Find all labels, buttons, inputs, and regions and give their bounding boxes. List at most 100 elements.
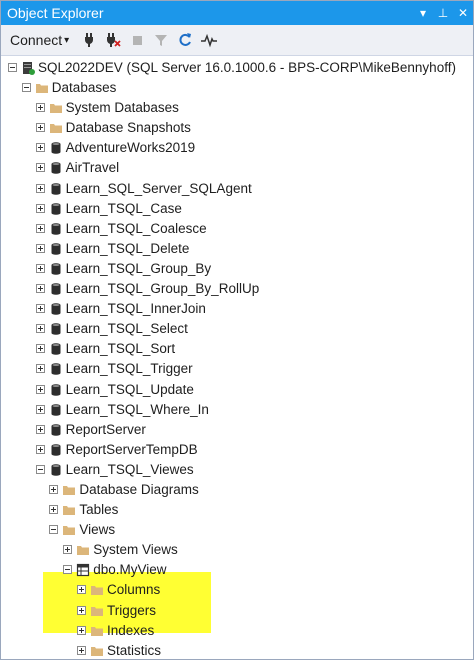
- tree-node-label: Learn_TSQL_Case: [65, 200, 182, 216]
- tree-node[interactable]: AirTravel: [1, 158, 473, 178]
- tree-node-label: Learn_TSQL_Delete: [65, 240, 190, 256]
- database-icon: [49, 443, 63, 457]
- expand-icon[interactable]: [35, 444, 45, 454]
- expand-icon[interactable]: [49, 505, 59, 515]
- folder-icon: [62, 523, 76, 537]
- expand-icon[interactable]: [35, 143, 45, 153]
- tree-node[interactable]: Learn_TSQL_Group_By_RollUp: [1, 279, 473, 299]
- tree-node-label: Indexes: [107, 622, 155, 638]
- expand-icon[interactable]: [35, 183, 45, 193]
- window-menu-icon[interactable]: ▾: [413, 6, 433, 20]
- tree-node[interactable]: System Databases: [1, 98, 473, 118]
- tree-node-label: Statistics: [107, 642, 162, 658]
- tree-node-label: Views: [79, 522, 116, 538]
- tree-node-label: System Views: [93, 542, 178, 558]
- collapse-icon[interactable]: [35, 464, 45, 474]
- tree-node-label: ReportServer: [65, 421, 146, 437]
- tree-node[interactable]: Learn_TSQL_Where_In: [1, 400, 473, 420]
- expand-icon[interactable]: [63, 545, 73, 555]
- expand-icon[interactable]: [35, 103, 45, 113]
- expand-icon[interactable]: [77, 645, 86, 655]
- database-icon: [49, 141, 63, 155]
- tree-node[interactable]: Learn_TSQL_Coalesce: [1, 219, 473, 239]
- database-icon: [49, 161, 63, 175]
- expand-icon[interactable]: [35, 304, 45, 314]
- disconnect-icon[interactable]: [102, 29, 124, 51]
- tree-node[interactable]: Learn_TSQL_InnerJoin: [1, 299, 473, 319]
- expand-icon[interactable]: [77, 605, 86, 615]
- expand-icon[interactable]: [35, 324, 45, 334]
- database-icon: [49, 423, 63, 437]
- tree-node[interactable]: Database Snapshots: [1, 118, 473, 138]
- tree-node[interactable]: ReportServer: [1, 420, 473, 440]
- tree-node[interactable]: Learn_TSQL_Group_By: [1, 259, 473, 279]
- expand-icon[interactable]: [35, 384, 45, 394]
- tree-node[interactable]: Tables: [1, 500, 473, 520]
- activity-monitor-icon[interactable]: [198, 29, 220, 51]
- expand-icon[interactable]: [35, 424, 45, 434]
- expand-icon[interactable]: [77, 625, 86, 635]
- expand-icon[interactable]: [35, 284, 45, 294]
- expand-icon[interactable]: [35, 123, 45, 133]
- expand-icon[interactable]: [49, 484, 59, 494]
- tree-node[interactable]: Columns: [1, 580, 473, 600]
- collapse-icon[interactable]: [49, 525, 59, 535]
- tree-node[interactable]: Learn_TSQL_Delete: [1, 239, 473, 259]
- tree-node[interactable]: Learn_SQL_Server_SQLAgent: [1, 179, 473, 199]
- close-icon[interactable]: ✕: [453, 6, 473, 20]
- connect-button[interactable]: Connect ▾: [7, 30, 72, 50]
- tree-node[interactable]: Database Diagrams: [1, 480, 473, 500]
- toolbar: Connect ▾: [1, 25, 473, 56]
- collapse-icon[interactable]: [21, 83, 31, 93]
- pin-icon[interactable]: ⊥: [433, 6, 453, 20]
- database-icon: [49, 202, 63, 216]
- connect-plug-icon[interactable]: [78, 29, 100, 51]
- expand-icon[interactable]: [35, 203, 45, 213]
- tree-node[interactable]: SQL2022DEV (SQL Server 16.0.1000.6 - BPS…: [1, 58, 473, 78]
- tree-node[interactable]: Learn_TSQL_Select: [1, 319, 473, 339]
- tree-node[interactable]: dbo.MyView: [1, 560, 473, 580]
- database-icon: [49, 262, 63, 276]
- expand-icon[interactable]: [77, 585, 86, 595]
- tree-node-label: Database Snapshots: [65, 120, 191, 136]
- expand-icon[interactable]: [35, 243, 45, 253]
- expand-icon[interactable]: [35, 404, 45, 414]
- tree-node[interactable]: Learn_TSQL_Case: [1, 199, 473, 219]
- tree-node[interactable]: Views: [1, 520, 473, 540]
- tree-node-label: Learn_TSQL_Sort: [65, 341, 176, 357]
- object-explorer-panel: Object Explorer ▾ ⊥ ✕ Connect ▾ SQL2022D…: [0, 0, 474, 660]
- tree-node-label: AirTravel: [65, 160, 120, 176]
- tree-node[interactable]: ReportServerTempDB: [1, 440, 473, 460]
- database-icon: [49, 403, 63, 417]
- tree-node-label: Learn_TSQL_Update: [65, 381, 194, 397]
- tree-node[interactable]: Learn_TSQL_Sort: [1, 339, 473, 359]
- collapse-icon[interactable]: [63, 565, 73, 575]
- expand-icon[interactable]: [35, 344, 45, 354]
- tree-node-label: Learn_TSQL_Coalesce: [65, 220, 207, 236]
- filter-icon[interactable]: [150, 29, 172, 51]
- expand-icon[interactable]: [35, 163, 45, 173]
- tree-node[interactable]: Databases: [1, 78, 473, 98]
- folder-icon: [62, 483, 76, 497]
- chevron-down-icon: ▾: [64, 34, 70, 46]
- collapse-icon[interactable]: [8, 63, 17, 72]
- tree-node-label: Learn_TSQL_Trigger: [65, 361, 193, 377]
- refresh-icon[interactable]: [174, 29, 196, 51]
- tree-node[interactable]: Indexes: [1, 621, 473, 641]
- folder-icon: [76, 543, 90, 557]
- tree-node[interactable]: Learn_TSQL_Update: [1, 380, 473, 400]
- tree-node[interactable]: Triggers: [1, 601, 473, 621]
- stop-icon[interactable]: [126, 29, 148, 51]
- tree-node[interactable]: Learn_TSQL_Viewes: [1, 460, 473, 480]
- tree-node[interactable]: Learn_TSQL_Trigger: [1, 359, 473, 379]
- tree-node-label: ReportServerTempDB: [65, 441, 198, 457]
- tree-node[interactable]: System Views: [1, 540, 473, 560]
- tree-node-label: System Databases: [65, 100, 179, 116]
- tree-node-label: Learn_TSQL_Where_In: [65, 401, 209, 417]
- expand-icon[interactable]: [35, 364, 45, 374]
- expand-icon[interactable]: [35, 263, 45, 273]
- tree-node[interactable]: AdventureWorks2019: [1, 138, 473, 158]
- tree-node[interactable]: Statistics: [1, 641, 473, 659]
- expand-icon[interactable]: [35, 223, 45, 233]
- folder-icon: [49, 101, 63, 115]
